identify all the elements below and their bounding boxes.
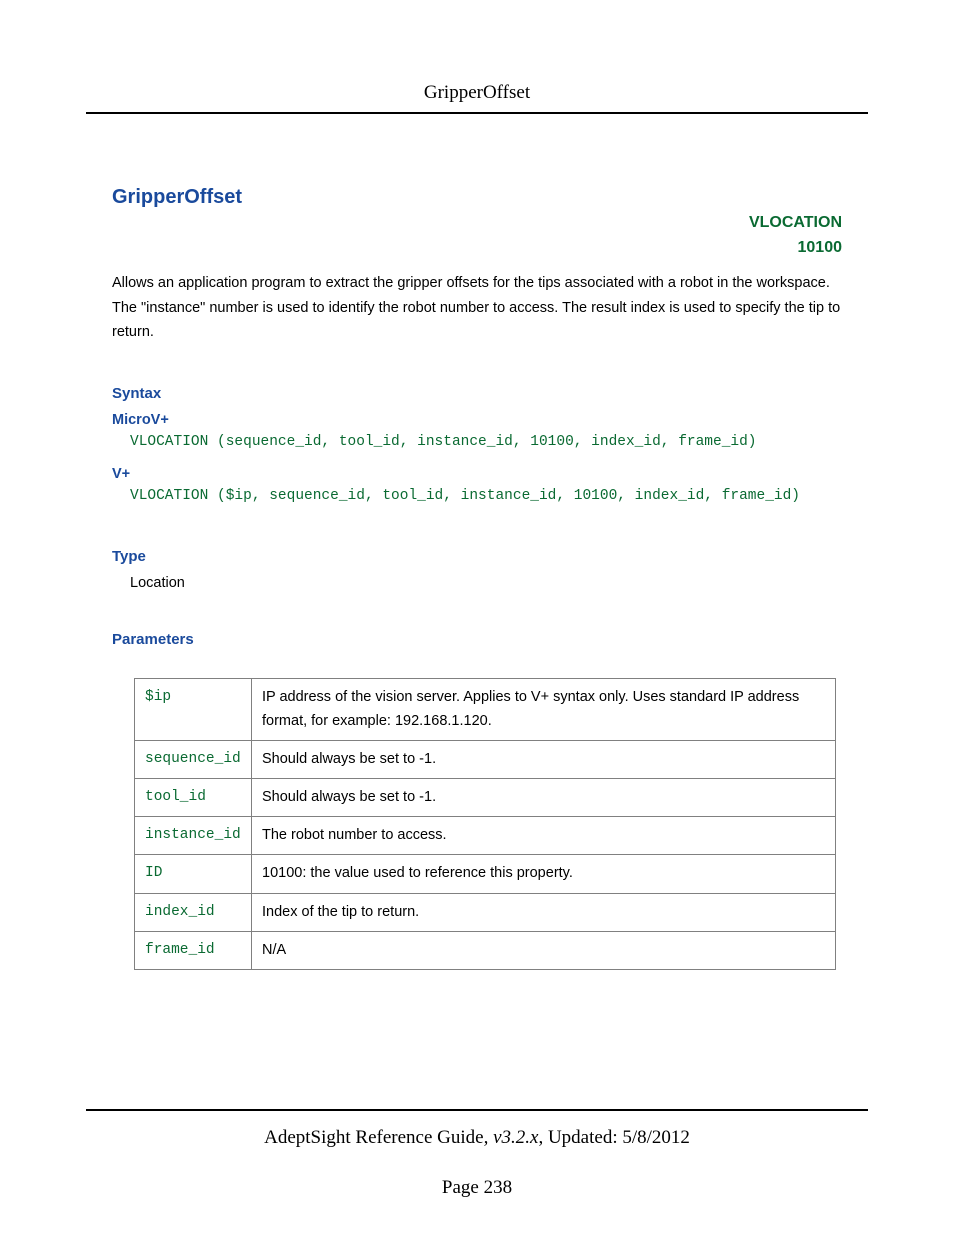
table-row: ID 10100: the value used to reference th…: [135, 855, 836, 893]
microv-code: VLOCATION (sequence_id, tool_id, instanc…: [130, 434, 842, 450]
vplus-code: VLOCATION ($ip, sequence_id, tool_id, in…: [130, 488, 842, 504]
table-row: $ip IP address of the vision server. App…: [135, 679, 836, 740]
content-area: GripperOffset VLOCATION 10100 Allows an …: [0, 114, 954, 970]
page-number: Page 238: [86, 1177, 868, 1199]
microv-label: MicroV+: [112, 412, 842, 428]
header-title: GripperOffset: [424, 82, 530, 103]
param-name: ID: [135, 855, 252, 893]
footer-guide-line: AdeptSight Reference Guide, v3.2.x, Upda…: [86, 1127, 868, 1149]
parameters-heading: Parameters: [112, 631, 842, 648]
footer-version: , v3.2.x: [484, 1127, 539, 1148]
param-desc: The robot number to access.: [252, 817, 836, 855]
table-row: tool_id Should always be set to -1.: [135, 778, 836, 816]
table-row: index_id Index of the tip to return.: [135, 893, 836, 931]
parameters-table: $ip IP address of the vision server. App…: [134, 678, 836, 970]
page-title: GripperOffset: [112, 186, 842, 209]
footer-guide: AdeptSight Reference Guide: [264, 1127, 483, 1148]
param-name: frame_id: [135, 931, 252, 969]
param-name: $ip: [135, 679, 252, 740]
table-row: frame_id N/A: [135, 931, 836, 969]
param-name: tool_id: [135, 778, 252, 816]
table-row: sequence_id Should always be set to -1.: [135, 740, 836, 778]
tag-vlocation: VLOCATION: [749, 214, 842, 231]
tag-id: 10100: [798, 239, 843, 256]
param-name: sequence_id: [135, 740, 252, 778]
table-row: instance_id The robot number to access.: [135, 817, 836, 855]
param-name: index_id: [135, 893, 252, 931]
page-footer: AdeptSight Reference Guide, v3.2.x, Upda…: [86, 1109, 868, 1199]
param-desc: IP address of the vision server. Applies…: [252, 679, 836, 740]
param-desc: 10100: the value used to reference this …: [252, 855, 836, 893]
vplus-label: V+: [112, 466, 842, 482]
param-desc: Index of the tip to return.: [252, 893, 836, 931]
footer-rule: [86, 1109, 868, 1111]
syntax-heading: Syntax: [112, 385, 842, 402]
page-header: GripperOffset: [86, 0, 868, 114]
description-paragraph: Allows an application program to extract…: [112, 271, 842, 346]
type-value: Location: [130, 575, 842, 591]
type-heading: Type: [112, 548, 842, 565]
param-desc: N/A: [252, 931, 836, 969]
property-tag: VLOCATION 10100: [112, 211, 842, 261]
param-desc: Should always be set to -1.: [252, 740, 836, 778]
footer-updated: , Updated: 5/8/2012: [538, 1127, 689, 1148]
param-desc: Should always be set to -1.: [252, 778, 836, 816]
param-name: instance_id: [135, 817, 252, 855]
